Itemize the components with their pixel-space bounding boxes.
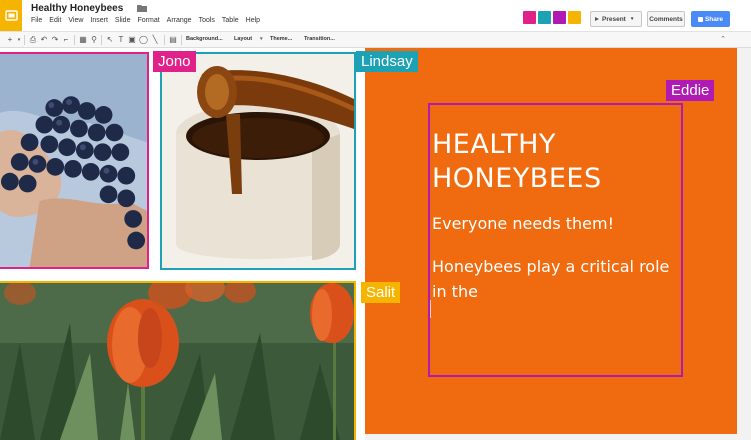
collaborator-avatars — [523, 11, 581, 24]
transition-button[interactable]: Transition... — [304, 36, 335, 42]
redo-icon[interactable]: ↷ — [51, 36, 59, 44]
menu-insert[interactable]: Insert — [90, 17, 108, 24]
select-icon[interactable]: ↖ — [106, 36, 114, 44]
text-cursor — [430, 300, 431, 318]
line-icon[interactable]: ╲ — [151, 36, 159, 44]
layout-button[interactable]: Layout — [234, 36, 252, 42]
play-icon — [595, 17, 599, 21]
slide-body-text[interactable]: Honeybees play a critical role in the — [432, 254, 677, 304]
chevron-down-icon: ▾ — [630, 16, 634, 22]
menu-arrange[interactable]: Arrange — [167, 17, 192, 24]
theme-button[interactable]: Theme... — [270, 36, 292, 42]
comments-button[interactable]: Comments — [647, 11, 685, 27]
menu-edit[interactable]: Edit — [49, 17, 61, 24]
document-title[interactable]: Healthy Honeybees — [31, 3, 123, 14]
toolbar: + ▾ ⎙ ↶ ↷ ⌐ ▦ ⚲ ↖ T ▣ ◯ ╲ ▤ Background..… — [0, 31, 751, 48]
text-box-icon[interactable]: T — [117, 36, 125, 44]
share-button[interactable]: Share — [691, 11, 730, 27]
avatar[interactable] — [568, 11, 581, 24]
avatar[interactable] — [553, 11, 566, 24]
shape-icon[interactable]: ◯ — [139, 36, 148, 44]
avatar[interactable] — [523, 11, 536, 24]
image-icon[interactable]: ▣ — [128, 36, 136, 44]
share-label: Share — [704, 15, 724, 23]
present-label: Present — [602, 15, 626, 23]
paint-format-icon[interactable]: ⌐ — [62, 36, 70, 44]
chevron-down-icon[interactable]: ▾ — [260, 36, 263, 42]
slide-title[interactable]: HEALTHY HONEYBEES — [432, 128, 672, 196]
menu-file[interactable]: File — [31, 17, 42, 24]
menu-slide[interactable]: Slide — [115, 17, 131, 24]
zoom-icon[interactable]: ⚲ — [90, 36, 98, 44]
chevron-down-icon[interactable]: ▾ — [15, 36, 23, 44]
menu-tools[interactable]: Tools — [199, 17, 215, 24]
menu-help[interactable]: Help — [246, 17, 260, 24]
background-button[interactable]: Background... — [186, 36, 223, 42]
slides-icon — [4, 10, 18, 21]
chevron-up-icon[interactable]: ⌃ — [720, 35, 726, 43]
undo-icon[interactable]: ↶ — [40, 36, 48, 44]
zoom-fit-icon[interactable]: ▦ — [79, 36, 87, 44]
grapes-image[interactable] — [0, 52, 149, 269]
avatar[interactable] — [538, 11, 551, 24]
menu-format[interactable]: Format — [137, 17, 159, 24]
honey-pot-image[interactable] — [160, 52, 356, 270]
lock-icon — [697, 16, 703, 22]
collaborator-tag-jono: Jono — [153, 51, 196, 72]
collaborator-tag-salit: Salit — [361, 282, 401, 303]
present-button[interactable]: Present ▾ — [590, 11, 642, 27]
canvas-edge — [737, 48, 751, 440]
slide-subtitle[interactable]: Everyone needs them! — [432, 214, 614, 233]
menu-view[interactable]: View — [68, 17, 83, 24]
tulips-image[interactable] — [0, 281, 356, 440]
print-icon[interactable]: ⎙ — [29, 36, 37, 44]
new-slide-icon[interactable]: + — [6, 36, 14, 44]
slides-logo[interactable] — [0, 0, 22, 31]
collaborator-tag-lindsay: Lindsay — [356, 51, 418, 72]
collaborator-tag-eddie: Eddie — [666, 80, 715, 101]
menu-bar: File Edit View Insert Slide Format Arran… — [31, 17, 267, 24]
menu-table[interactable]: Table — [222, 17, 239, 24]
canvas-margin — [365, 434, 737, 440]
folder-icon[interactable] — [137, 4, 147, 12]
comment-icon[interactable]: ▤ — [169, 36, 177, 44]
